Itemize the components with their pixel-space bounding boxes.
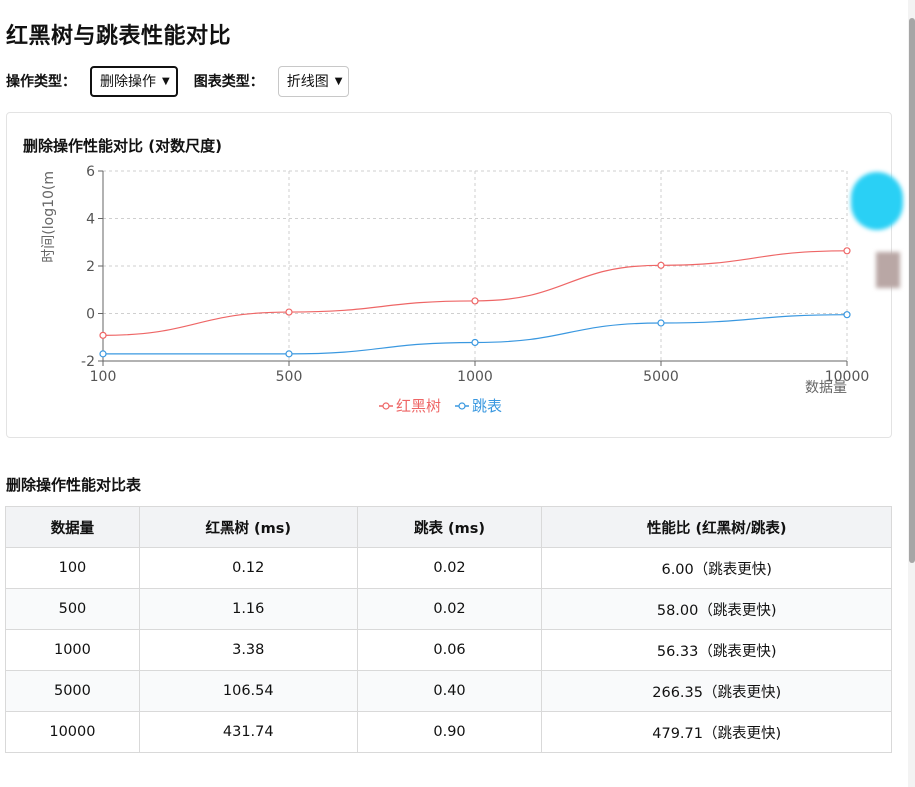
cell-ratio: 6.00（跳表更快) <box>541 547 892 589</box>
data-point <box>285 308 293 316</box>
x-tick-label: 100 <box>90 369 117 385</box>
y-tick-label: -2 <box>81 354 95 370</box>
table-row: 10000 431.74 0.90 479.71（跳表更快) <box>5 711 892 753</box>
chevron-down-icon: ▼ <box>162 75 170 87</box>
controls-bar: 操作类型： 删除操作 ▼ 图表类型： 折线图 ▼ <box>6 65 350 97</box>
chart-type-select[interactable]: 折线图 ▼ <box>277 65 350 97</box>
x-tick-label: 1000 <box>457 369 493 385</box>
performance-table: 数据量 红黑树 (ms) 跳表 (ms) 性能比 (红黑树/跳表) 100 0.… <box>5 506 892 753</box>
table-row: 5000 106.54 0.40 266.35（跳表更快) <box>5 670 892 712</box>
cell-rbtree-ms: 3.38 <box>138 629 358 671</box>
cell-ratio: 266.35（跳表更快) <box>541 670 892 712</box>
data-point <box>99 331 107 339</box>
legend-marker <box>382 402 390 410</box>
operation-type-label: 操作类型： <box>6 74 76 90</box>
chart-card: 删除操作性能对比 (对数尺度) 6 4 2 0 -2 100 500 1000 5000 1000… <box>6 112 892 438</box>
cell-ratio: 56.33（跳表更快) <box>541 629 892 671</box>
y-tick-label: 0 <box>86 307 95 323</box>
header-skiplist-ms: 跳表 (ms) <box>356 506 543 548</box>
operation-type-value: 删除操作 <box>100 74 156 90</box>
cell-rbtree-ms: 0.12 <box>138 547 358 589</box>
cell-data-size: 10000 <box>5 711 140 753</box>
x-tick-label: 5000 <box>643 369 679 385</box>
legend-label: 红黑树 <box>396 397 441 415</box>
x-tick-label: 500 <box>276 369 303 385</box>
operation-type-select[interactable]: 删除操作 ▼ <box>90 65 178 97</box>
data-point <box>99 350 107 358</box>
data-point <box>471 338 479 347</box>
table-row: 1000 3.38 0.06 56.33（跳表更快) <box>5 629 892 671</box>
header-rbtree-ms: 红黑树 (ms) <box>138 506 358 548</box>
cell-skiplist-ms: 0.40 <box>356 670 543 712</box>
table-title: 删除操作性能对比表 <box>6 476 142 494</box>
cell-rbtree-ms: 431.74 <box>138 711 358 753</box>
data-point <box>471 297 479 305</box>
cell-skiplist-ms: 0.02 <box>356 588 543 630</box>
data-point <box>657 319 665 327</box>
cell-skiplist-ms: 0.90 <box>356 711 543 753</box>
cell-rbtree-ms: 106.54 <box>138 670 358 712</box>
cell-skiplist-ms: 0.02 <box>356 547 543 589</box>
cell-rbtree-ms: 1.16 <box>138 588 358 630</box>
cell-skiplist-ms: 0.06 <box>356 629 543 671</box>
chart-type-value: 折线图 <box>286 74 329 90</box>
scrollbar-thumb[interactable] <box>909 18 915 563</box>
floating-widget-icon[interactable] <box>851 172 903 230</box>
x-axis-label: 数据量 <box>805 380 847 396</box>
data-point <box>657 261 665 269</box>
data-point <box>843 311 851 319</box>
table-header-row: 数据量 红黑树 (ms) 跳表 (ms) 性能比 (红黑树/跳表) <box>5 506 892 548</box>
data-point <box>843 247 851 255</box>
legend-marker <box>458 402 466 410</box>
cell-ratio: 479.71（跳表更快) <box>541 711 892 753</box>
cell-data-size: 500 <box>5 588 140 630</box>
header-ratio: 性能比 (红黑树/跳表) <box>541 506 892 548</box>
y-tick-label: 6 <box>86 164 95 180</box>
cell-data-size: 5000 <box>5 670 140 712</box>
legend-label: 跳表 <box>472 397 502 415</box>
y-axis-label: 时间(log10(m <box>41 171 57 263</box>
chart-type-label: 图表类型： <box>193 74 264 90</box>
y-tick-label: 2 <box>86 259 95 275</box>
table-row: 100 0.12 0.02 6.00（跳表更快) <box>5 547 892 589</box>
header-data-size: 数据量 <box>5 506 140 548</box>
cell-ratio: 58.00（跳表更快) <box>541 588 892 630</box>
page-title: 红黑树与跳表性能对比 <box>6 24 232 49</box>
chevron-down-icon: ▼ <box>334 75 343 87</box>
y-tick-label: 4 <box>86 212 95 228</box>
cell-data-size: 100 <box>5 547 140 589</box>
cell-data-size: 1000 <box>5 629 140 671</box>
data-point <box>285 350 293 358</box>
performance-line-chart: 6420-2100 500 1000 5000 10000数据量时间(log10(m红黑… <box>41 164 869 415</box>
floating-avatar[interactable] <box>876 252 900 288</box>
table-row: 500 1.16 0.02 58.00（跳表更快) <box>5 588 892 630</box>
